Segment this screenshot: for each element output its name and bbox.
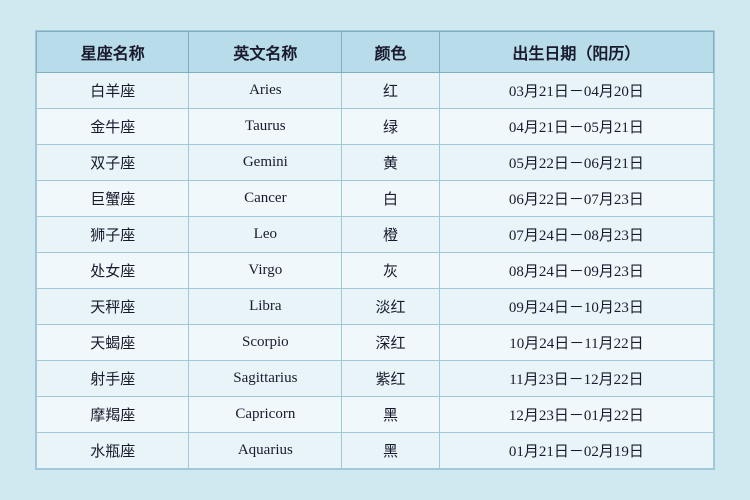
cell-color: 黑 bbox=[342, 397, 440, 433]
table-row: 双子座Gemini黄05月22日－06月21日 bbox=[37, 145, 714, 181]
cell-chinese-name: 摩羯座 bbox=[37, 397, 189, 433]
cell-color: 绿 bbox=[342, 109, 440, 145]
cell-chinese-name: 天蝎座 bbox=[37, 325, 189, 361]
cell-dates: 11月23日－12月22日 bbox=[439, 361, 713, 397]
table-header-row: 星座名称 英文名称 颜色 出生日期（阳历） bbox=[37, 32, 714, 73]
cell-dates: 06月22日－07月23日 bbox=[439, 181, 713, 217]
cell-color: 紫红 bbox=[342, 361, 440, 397]
cell-english-name: Taurus bbox=[189, 109, 342, 145]
cell-english-name: Capricorn bbox=[189, 397, 342, 433]
cell-english-name: Scorpio bbox=[189, 325, 342, 361]
cell-dates: 03月21日－04月20日 bbox=[439, 73, 713, 109]
header-color: 颜色 bbox=[342, 32, 440, 73]
cell-color: 深红 bbox=[342, 325, 440, 361]
cell-english-name: Gemini bbox=[189, 145, 342, 181]
cell-color: 黑 bbox=[342, 433, 440, 469]
cell-chinese-name: 金牛座 bbox=[37, 109, 189, 145]
cell-chinese-name: 水瓶座 bbox=[37, 433, 189, 469]
cell-dates: 12月23日－01月22日 bbox=[439, 397, 713, 433]
cell-color: 黄 bbox=[342, 145, 440, 181]
table-body: 白羊座Aries红03月21日－04月20日金牛座Taurus绿04月21日－0… bbox=[37, 73, 714, 469]
cell-dates: 04月21日－05月21日 bbox=[439, 109, 713, 145]
table-row: 狮子座Leo橙07月24日－08月23日 bbox=[37, 217, 714, 253]
zodiac-table: 星座名称 英文名称 颜色 出生日期（阳历） 白羊座Aries红03月21日－04… bbox=[36, 31, 714, 469]
cell-dates: 07月24日－08月23日 bbox=[439, 217, 713, 253]
cell-color: 红 bbox=[342, 73, 440, 109]
cell-chinese-name: 双子座 bbox=[37, 145, 189, 181]
cell-dates: 05月22日－06月21日 bbox=[439, 145, 713, 181]
table-row: 天蝎座Scorpio深红10月24日－11月22日 bbox=[37, 325, 714, 361]
cell-dates: 10月24日－11月22日 bbox=[439, 325, 713, 361]
table-row: 白羊座Aries红03月21日－04月20日 bbox=[37, 73, 714, 109]
header-dates: 出生日期（阳历） bbox=[439, 32, 713, 73]
cell-color: 淡红 bbox=[342, 289, 440, 325]
header-chinese-name: 星座名称 bbox=[37, 32, 189, 73]
cell-chinese-name: 天秤座 bbox=[37, 289, 189, 325]
cell-english-name: Aquarius bbox=[189, 433, 342, 469]
table-row: 天秤座Libra淡红09月24日－10月23日 bbox=[37, 289, 714, 325]
cell-color: 灰 bbox=[342, 253, 440, 289]
cell-english-name: Leo bbox=[189, 217, 342, 253]
cell-chinese-name: 处女座 bbox=[37, 253, 189, 289]
table-row: 处女座Virgo灰08月24日－09月23日 bbox=[37, 253, 714, 289]
header-english-name: 英文名称 bbox=[189, 32, 342, 73]
cell-dates: 09月24日－10月23日 bbox=[439, 289, 713, 325]
cell-chinese-name: 狮子座 bbox=[37, 217, 189, 253]
cell-english-name: Sagittarius bbox=[189, 361, 342, 397]
cell-english-name: Cancer bbox=[189, 181, 342, 217]
table-row: 水瓶座Aquarius黑01月21日－02月19日 bbox=[37, 433, 714, 469]
cell-dates: 01月21日－02月19日 bbox=[439, 433, 713, 469]
table-row: 巨蟹座Cancer白06月22日－07月23日 bbox=[37, 181, 714, 217]
table-row: 摩羯座Capricorn黑12月23日－01月22日 bbox=[37, 397, 714, 433]
cell-chinese-name: 巨蟹座 bbox=[37, 181, 189, 217]
cell-english-name: Virgo bbox=[189, 253, 342, 289]
table-row: 金牛座Taurus绿04月21日－05月21日 bbox=[37, 109, 714, 145]
table-row: 射手座Sagittarius紫红11月23日－12月22日 bbox=[37, 361, 714, 397]
cell-english-name: Libra bbox=[189, 289, 342, 325]
cell-chinese-name: 白羊座 bbox=[37, 73, 189, 109]
cell-dates: 08月24日－09月23日 bbox=[439, 253, 713, 289]
cell-color: 橙 bbox=[342, 217, 440, 253]
cell-color: 白 bbox=[342, 181, 440, 217]
cell-english-name: Aries bbox=[189, 73, 342, 109]
zodiac-table-container: 星座名称 英文名称 颜色 出生日期（阳历） 白羊座Aries红03月21日－04… bbox=[35, 30, 715, 470]
cell-chinese-name: 射手座 bbox=[37, 361, 189, 397]
